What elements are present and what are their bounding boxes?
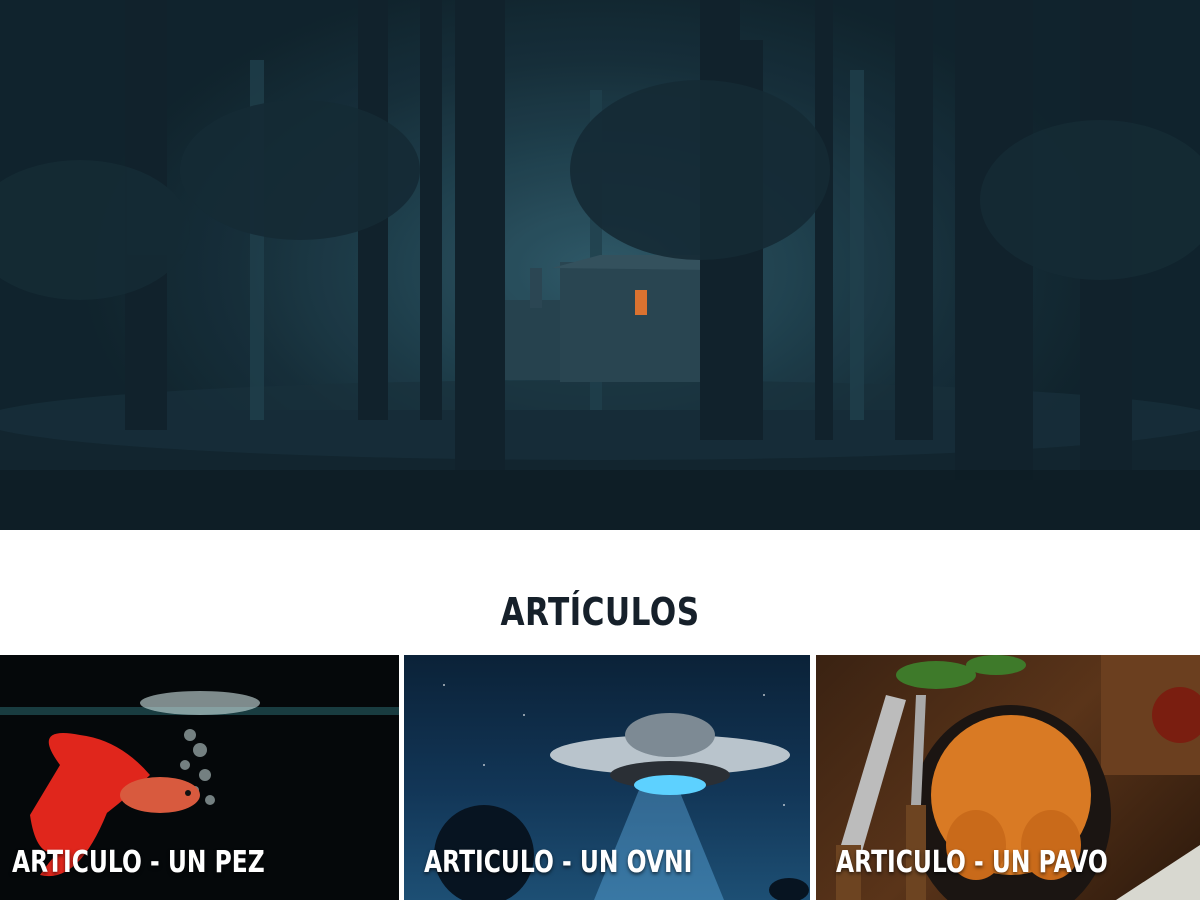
- article-card-turkey[interactable]: ARTICULO - UN PAVO: [816, 655, 1200, 900]
- article-card-ufo[interactable]: ARTICULO - UN OVNI: [404, 655, 810, 900]
- article-label-fish[interactable]: ARTICULO - UN PEZ: [12, 845, 265, 880]
- article-card-fish[interactable]: ARTICULO - UN PEZ: [0, 655, 399, 900]
- article-label-ufo[interactable]: ARTICULO - UN OVNI: [424, 845, 692, 880]
- article-label-turkey[interactable]: ARTICULO - UN PAVO: [836, 845, 1108, 880]
- foggy-forest-illustration: [0, 0, 1200, 530]
- articles-grid: ARTICULO - UN PEZ ARTICULO - UN OVNI ART…: [0, 655, 1200, 900]
- articles-section-title: ARTÍCULOS: [500, 590, 700, 634]
- hero-image: [0, 0, 1200, 530]
